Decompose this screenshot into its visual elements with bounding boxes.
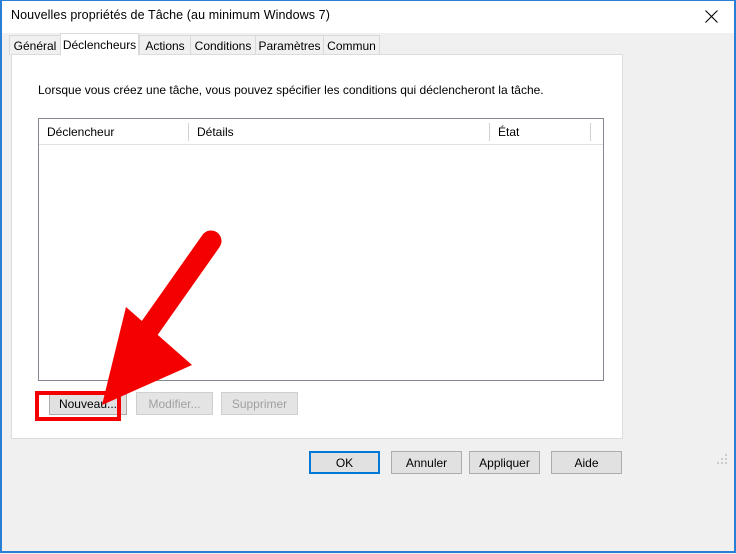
column-separator[interactable] bbox=[590, 123, 591, 141]
help-button[interactable]: Aide bbox=[551, 451, 622, 474]
close-icon[interactable] bbox=[689, 1, 734, 32]
apply-button[interactable]: Appliquer bbox=[469, 451, 540, 474]
new-trigger-button[interactable]: Nouveau... bbox=[49, 392, 127, 415]
resize-grip-icon[interactable] bbox=[716, 453, 728, 465]
title-bar: Nouvelles propriétés de Tâche (au minimu… bbox=[2, 1, 734, 33]
triggers-list-body[interactable] bbox=[39, 145, 603, 380]
tab-parametres[interactable]: Paramètres bbox=[255, 35, 324, 55]
triggers-list-header: Déclencheur Détails État bbox=[39, 119, 603, 145]
ok-button[interactable]: OK bbox=[309, 451, 380, 474]
instruction-label: Lorsque vous créez une tâche, vous pouve… bbox=[38, 83, 544, 97]
column-header-details[interactable]: Détails bbox=[189, 119, 490, 145]
tab-content-panel: Lorsque vous créez une tâche, vous pouve… bbox=[11, 54, 623, 439]
window-title: Nouvelles propriétés de Tâche (au minimu… bbox=[11, 8, 330, 22]
task-properties-dialog: Nouvelles propriétés de Tâche (au minimu… bbox=[0, 0, 736, 553]
edit-trigger-button: Modifier... bbox=[136, 392, 213, 415]
column-separator[interactable] bbox=[188, 123, 189, 141]
tab-strip: Général Déclencheurs Actions Conditions … bbox=[2, 33, 734, 55]
delete-trigger-button: Supprimer bbox=[221, 392, 298, 415]
tab-declencheurs[interactable]: Déclencheurs bbox=[60, 33, 139, 56]
triggers-list[interactable]: Déclencheur Détails État bbox=[38, 118, 604, 381]
tab-commun[interactable]: Commun bbox=[323, 35, 380, 55]
column-header-etat[interactable]: État bbox=[490, 119, 590, 145]
tab-general[interactable]: Général bbox=[9, 35, 61, 55]
tab-conditions[interactable]: Conditions bbox=[190, 35, 256, 55]
column-separator[interactable] bbox=[489, 123, 490, 141]
column-header-declencheur[interactable]: Déclencheur bbox=[39, 119, 189, 145]
cancel-button[interactable]: Annuler bbox=[391, 451, 462, 474]
tab-actions[interactable]: Actions bbox=[139, 35, 191, 55]
